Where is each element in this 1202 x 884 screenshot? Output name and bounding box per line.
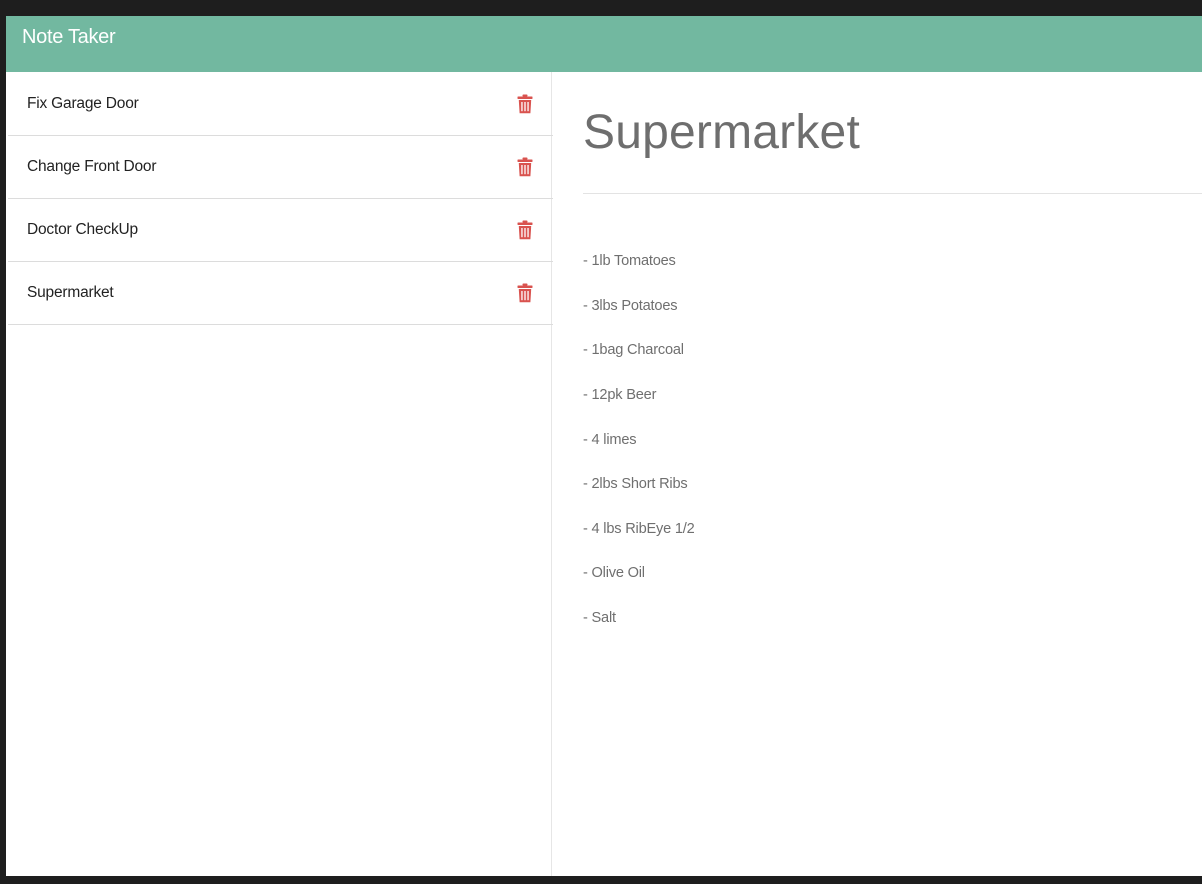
notes-list: Fix Garage Door Change Front Door Doctor… — [8, 72, 553, 325]
main-content: Fix Garage Door Change Front Door Doctor… — [6, 72, 1202, 876]
note-editor: Supermarket - 1lb Tomatoes - 3lbs Potato… — [552, 72, 1202, 876]
note-line: - 12pk Beer — [583, 387, 657, 404]
note-line: - 1lb Tomatoes — [583, 253, 676, 270]
note-item-title: Doctor CheckUp — [27, 221, 138, 238]
app-window: Note Taker Fix Garage Door Change Front … — [6, 16, 1202, 876]
note-line: - Olive Oil — [583, 565, 645, 582]
trash-icon[interactable] — [516, 93, 534, 115]
note-item-title: Fix Garage Door — [27, 94, 139, 112]
notes-sidebar: Fix Garage Door Change Front Door Doctor… — [6, 72, 553, 876]
note-item-title: Supermarket — [27, 284, 114, 301]
note-title-input[interactable]: Supermarket — [583, 106, 1202, 160]
note-line: - 4 lbs RibEye 1/2 — [583, 520, 695, 537]
note-line: - 1bag Charcoal — [583, 342, 684, 359]
trash-icon[interactable] — [516, 219, 534, 241]
note-body-textarea[interactable]: - 1lb Tomatoes - 3lbs Potatoes - 1bag Ch… — [583, 228, 1202, 652]
note-list-item[interactable]: Fix Garage Door — [8, 72, 553, 135]
brand-link[interactable]: Note Taker — [22, 26, 116, 49]
navbar: Note Taker — [6, 16, 1202, 72]
note-list-item[interactable]: Change Front Door — [8, 135, 553, 198]
trash-icon[interactable] — [516, 282, 534, 304]
note-item-title: Change Front Door — [27, 158, 157, 175]
note-list-item[interactable]: Doctor CheckUp — [8, 198, 553, 261]
note-line: - Salt — [583, 610, 616, 627]
note-list-item[interactable]: Supermarket — [8, 261, 553, 324]
note-line: - 2lbs Short Ribs — [583, 476, 688, 493]
title-divider — [583, 193, 1202, 194]
note-line: - 3lbs Potatoes — [583, 297, 678, 314]
trash-icon[interactable] — [516, 156, 534, 178]
note-line: - 4 limes — [583, 431, 637, 448]
